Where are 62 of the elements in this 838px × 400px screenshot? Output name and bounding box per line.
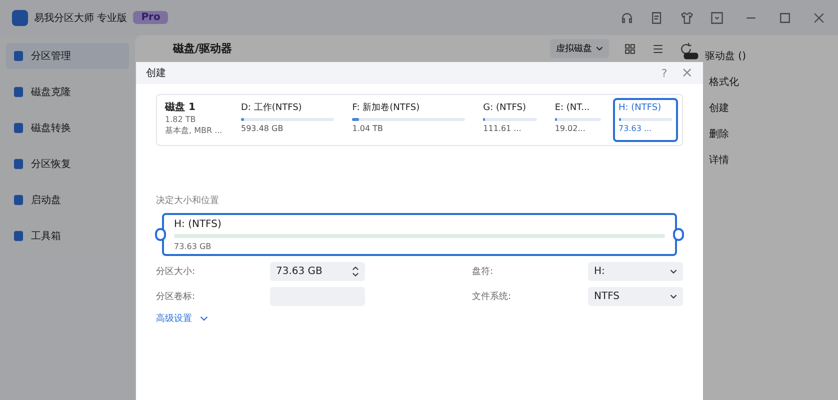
refresh-icon[interactable] — [679, 42, 693, 56]
slider-label: H: (NTFS) — [174, 219, 222, 230]
note-icon[interactable] — [650, 10, 664, 24]
left-handle[interactable] — [155, 228, 166, 241]
partition-tile[interactable]: E: (NT... 19.02... — [548, 98, 606, 142]
action-item[interactable]: 创建 — [703, 101, 838, 115]
virtual-disk-dropdown[interactable]: 虚拟磁盘 — [550, 39, 609, 58]
partition-size: 19.02... — [554, 124, 586, 133]
headset-icon[interactable] — [620, 10, 634, 24]
chevron-down-icon[interactable] — [200, 316, 208, 321]
disk-size: 1.82 TB — [165, 115, 197, 124]
size-spinner[interactable]: 73.63 GB — [270, 262, 365, 281]
pro-badge: Pro — [133, 11, 168, 24]
partition-tile[interactable]: H: (NTFS) 73.63 ... — [612, 98, 678, 142]
advanced-settings-link[interactable]: 高级设置 — [156, 312, 192, 325]
right-handle[interactable] — [673, 228, 684, 241]
partition-size: 1.04 TB — [352, 124, 384, 133]
field-label: 分区卷标: — [156, 290, 196, 303]
partition-label: G: (NTFS) — [483, 103, 527, 115]
disk-type: 基本盘, MBR ... — [165, 125, 224, 136]
partition-label: D: 工作(NTFS) — [241, 103, 303, 115]
dialog-title: 创建 — [146, 66, 166, 80]
partition-size: 111.61 ... — [483, 124, 522, 133]
close-icon[interactable] — [812, 10, 826, 24]
grid-view-icon[interactable] — [623, 42, 637, 56]
disk-name: 磁盘 1 — [165, 100, 196, 114]
partition-label: H: (NTFS) — [618, 103, 662, 115]
partition-label: F: 新加卷(NTFS) — [352, 103, 421, 115]
partition-tile[interactable]: D: 工作(NTFS) 593.48 GB — [235, 98, 340, 142]
partition-label: E: (NT... — [554, 103, 591, 115]
sidebar-item[interactable]: 分区管理 — [6, 43, 129, 69]
sidebar-item[interactable]: 磁盘转换 — [6, 115, 129, 141]
app-title: 易我分区大师 专业版 — [34, 12, 128, 24]
action-item[interactable]: 格式化 — [703, 75, 838, 89]
partition-size: 73.63 ... — [618, 124, 653, 133]
partition-slider[interactable]: H: (NTFS) 73.63 GB — [162, 213, 677, 256]
action-item[interactable]: 详情 — [703, 153, 838, 167]
field-label: 盘符: — [472, 266, 494, 278]
partition-size: 593.48 GB — [241, 124, 284, 133]
app-logo-icon — [12, 10, 28, 26]
sidebar-item[interactable]: 工具箱 — [6, 223, 129, 249]
sidebar-item[interactable]: 启动盘 — [6, 187, 129, 213]
select-field[interactable]: NTFS — [588, 287, 683, 306]
select-field[interactable]: H: — [588, 262, 683, 281]
chevron-down-icon — [596, 46, 603, 51]
field-label: 文件系统: — [472, 290, 512, 303]
spinner-arrows-icon[interactable] — [352, 266, 359, 277]
sidebar-item[interactable]: 分区恢复 — [6, 151, 129, 177]
slider-size: 73.63 GB — [174, 242, 212, 251]
section-heading: 磁盘/驱动器 — [173, 41, 232, 56]
chevron-down-icon — [670, 294, 677, 299]
section-label: 决定大小和位置 — [156, 194, 220, 207]
drive-title: 驱动盘 () — [705, 50, 746, 63]
partition-tile[interactable]: G: (NTFS) 111.61 ... — [477, 98, 543, 142]
action-item[interactable]: 删除 — [703, 127, 838, 141]
chevron-down-icon — [670, 269, 677, 274]
maximize-icon[interactable] — [778, 10, 792, 24]
partition-tile[interactable]: F: 新加卷(NTFS) 1.04 TB — [346, 98, 472, 142]
field-label: 分区大小: — [156, 266, 196, 278]
shirt-icon[interactable] — [680, 10, 694, 24]
download-box-icon[interactable] — [710, 10, 724, 24]
sidebar-item[interactable]: 磁盘克隆 — [6, 79, 129, 105]
